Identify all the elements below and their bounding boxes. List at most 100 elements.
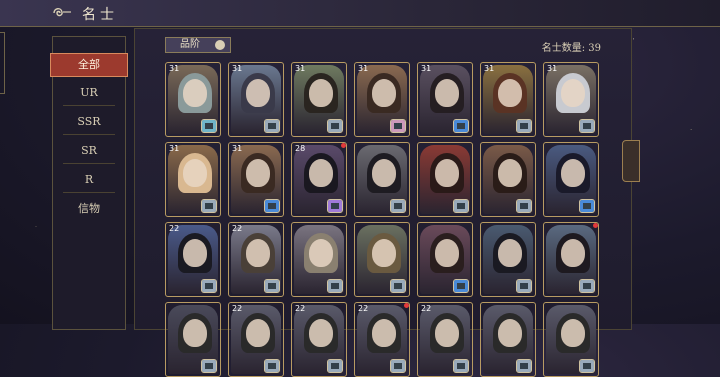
eye-badge-icon (327, 199, 343, 213)
hero-face (246, 159, 270, 187)
hero-level: 31 (232, 64, 243, 73)
new-indicator-dot (404, 303, 409, 308)
new-indicator-dot (593, 223, 598, 228)
new-indicator-dot (341, 143, 346, 148)
eye-badge-icon (264, 359, 280, 373)
hero-card[interactable]: 31 (291, 62, 347, 137)
hero-face (183, 319, 207, 347)
category-sidebar: 全部 UR SSR SR R 信物 (50, 36, 128, 330)
hero-card[interactable] (543, 302, 599, 377)
hero-card[interactable]: 31 (480, 62, 536, 137)
hero-card[interactable] (165, 302, 221, 377)
eye-badge-icon (390, 359, 406, 373)
chevron-down-icon (215, 40, 225, 50)
hero-card[interactable]: 31 (165, 62, 221, 137)
eye-badge-icon (579, 279, 595, 293)
category-ssr[interactable]: SSR (61, 111, 117, 133)
hero-face (183, 239, 207, 267)
hero-card[interactable]: 31 (543, 62, 599, 137)
hero-face (246, 319, 270, 347)
hero-card[interactable]: 22 (291, 302, 347, 377)
eye-badge-icon (579, 119, 595, 133)
hero-card[interactable] (480, 222, 536, 297)
hero-level: 31 (169, 144, 180, 153)
category-sr[interactable]: SR (61, 140, 117, 162)
hero-face (561, 239, 585, 267)
hero-level: 22 (295, 304, 306, 313)
side-expand-tab[interactable] (622, 140, 640, 182)
hero-face (498, 79, 522, 107)
hero-face (498, 239, 522, 267)
hero-face (372, 79, 396, 107)
hero-card[interactable]: 31 (417, 62, 473, 137)
hero-face (435, 159, 459, 187)
divider (63, 163, 115, 164)
eye-badge-icon (201, 119, 217, 133)
hero-face (561, 79, 585, 107)
cloud-swirl-icon (53, 8, 71, 17)
hero-card[interactable]: 31 (228, 62, 284, 137)
eye-badge-icon (579, 199, 595, 213)
filter-label: 品阶 (180, 39, 200, 50)
hero-list-panel: 品阶 名士数量: 39 31 31 31 31 31 31 31 31 31 28 22 22 22 22… (134, 28, 632, 377)
eye-badge-icon (201, 359, 217, 373)
divider (63, 192, 115, 193)
hero-card[interactable]: 22 (417, 302, 473, 377)
hero-face (309, 239, 333, 267)
eye-badge-icon (453, 199, 469, 213)
eye-badge-icon (327, 119, 343, 133)
hero-face (309, 319, 333, 347)
eye-badge-icon (201, 199, 217, 213)
hero-level: 31 (295, 64, 306, 73)
hero-card[interactable]: 31 (354, 62, 410, 137)
hero-card[interactable] (291, 222, 347, 297)
header-bar: 名士 (0, 0, 720, 27)
hero-card[interactable]: 22 (354, 302, 410, 377)
hero-face (498, 159, 522, 187)
eye-badge-icon (390, 119, 406, 133)
hero-card[interactable]: 28 (291, 142, 347, 217)
hero-level: 22 (358, 304, 369, 313)
hero-face (561, 319, 585, 347)
hero-card[interactable] (354, 142, 410, 217)
hero-card[interactable]: 22 (228, 302, 284, 377)
hero-card[interactable]: 31 (228, 142, 284, 217)
category-all[interactable]: 全部 (50, 53, 128, 77)
category-token[interactable]: 信物 (61, 198, 117, 220)
hero-card[interactable]: 22 (228, 222, 284, 297)
category-ur[interactable]: UR (61, 82, 117, 104)
hero-level: 31 (358, 64, 369, 73)
hero-card[interactable] (480, 142, 536, 217)
eye-badge-icon (453, 279, 469, 293)
hero-face (372, 159, 396, 187)
eye-badge-icon (264, 119, 280, 133)
hero-card[interactable] (543, 142, 599, 217)
back-edge[interactable] (0, 32, 5, 94)
page-title: 名士 (82, 7, 118, 23)
category-r[interactable]: R (61, 169, 117, 191)
hero-card[interactable] (480, 302, 536, 377)
rank-filter-dropdown[interactable]: 品阶 (165, 37, 231, 53)
eye-badge-icon (516, 359, 532, 373)
hero-card[interactable] (543, 222, 599, 297)
hero-level: 31 (484, 64, 495, 73)
eye-badge-icon (579, 359, 595, 373)
hero-card[interactable]: 22 (165, 222, 221, 297)
hero-face (309, 79, 333, 107)
eye-badge-icon (390, 199, 406, 213)
hero-card[interactable] (417, 142, 473, 217)
hero-face (435, 319, 459, 347)
hero-level: 31 (421, 64, 432, 73)
eye-badge-icon (264, 199, 280, 213)
hero-card[interactable] (417, 222, 473, 297)
eye-badge-icon (516, 279, 532, 293)
eye-badge-icon (516, 199, 532, 213)
hero-card[interactable]: 31 (165, 142, 221, 217)
hero-level: 28 (295, 144, 306, 153)
eye-badge-icon (264, 279, 280, 293)
hero-card[interactable] (354, 222, 410, 297)
hero-level: 31 (547, 64, 558, 73)
hero-face (246, 79, 270, 107)
hero-level: 31 (232, 144, 243, 153)
hero-face (372, 239, 396, 267)
